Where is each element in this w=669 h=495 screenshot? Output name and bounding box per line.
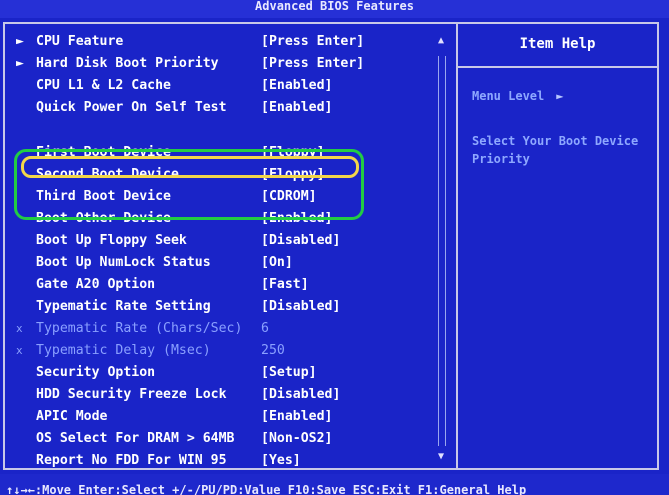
setting-value[interactable]: [Floppy] [261,143,325,163]
setting-value[interactable]: [Enabled] [261,407,332,427]
setting-value[interactable]: [Enabled] [261,76,332,96]
item-help-text: Select Your Boot Device Priority [472,134,639,166]
menu-level-label: Menu Level [472,89,545,103]
setting-value[interactable]: [Yes] [261,451,301,471]
setting-value[interactable]: [Non-OS2] [261,429,332,449]
setting-row[interactable]: APIC Mode [Enabled] [16,407,448,427]
setting-row[interactable]: Security Option [Setup] [16,363,448,383]
setting-row[interactable]: Boot Up NumLock Status [On] [16,253,448,273]
setting-label: First Boot Device [36,145,171,160]
setting-label: CPU L1 & L2 Cache [36,78,171,93]
setting-value[interactable]: [Press Enter] [261,32,364,52]
setting-row[interactable]: x Typematic Rate (Chars/Sec) 6 [16,319,448,339]
setting-value[interactable]: [Disabled] [261,297,340,317]
setting-label: CPU Feature [36,34,124,49]
setting-label: Hard Disk Boot Priority [36,56,219,71]
setting-label: Boot Up NumLock Status [36,255,211,270]
bios-setup-frame: ▲ ▼ Item Help Menu Level ► Select Your Bo… [3,22,659,470]
help-menu-level: Menu Level ► [472,89,563,103]
setting-row[interactable]: ► CPU Feature [Press Enter] [16,32,448,52]
key-help-bar: ↑↓→←:Move Enter:Select +/-/PU/PD:Value F… [0,474,669,495]
item-help-title: Item Help [458,24,657,68]
submenu-arrow-icon: ► [16,56,24,71]
submenu-arrow-icon: ► [16,34,24,49]
setting-label: Security Option [36,365,156,380]
setting-row[interactable]: x Typematic Delay (Msec) 250 [16,341,448,361]
setting-value[interactable]: 6 [261,319,269,339]
disabled-marker-icon: x [16,344,23,357]
disabled-marker-icon: x [16,322,23,335]
setting-row[interactable]: Third Boot Device [CDROM] [16,187,448,207]
setting-value[interactable]: [Disabled] [261,231,340,251]
setting-row[interactable]: Gate A20 Option [Fast] [16,275,448,295]
setting-label: Report No FDD For WIN 95 [36,453,227,468]
setting-value[interactable]: [Fast] [261,275,309,295]
setting-value[interactable]: [CDROM] [261,187,317,207]
setting-label: Typematic Rate (Chars/Sec) [36,321,243,336]
setting-value[interactable]: [Disabled] [261,385,340,405]
setting-label: Second Boot Device [36,167,179,182]
page-title: Advanced BIOS Features [0,0,669,18]
setting-value[interactable]: [Setup] [261,363,317,383]
setting-value[interactable]: [Enabled] [261,209,332,229]
setting-label: OS Select For DRAM > 64MB [36,431,235,446]
setting-row[interactable]: Boot Other Device [Enabled] [16,209,448,229]
setting-row[interactable]: OS Select For DRAM > 64MB [Non-OS2] [16,429,448,449]
setting-label: HDD Security Freeze Lock [36,387,227,402]
setting-row[interactable]: CPU L1 & L2 Cache [Enabled] [16,76,448,96]
setting-label: Boot Up Floppy Seek [36,233,187,248]
setting-row[interactable]: Quick Power On Self Test [Enabled] [16,98,448,118]
setting-row[interactable]: Second Boot Device [Floppy] [16,165,448,185]
menu-level-arrow-icon: ► [556,89,564,103]
setting-row[interactable]: ► Hard Disk Boot Priority [Press Enter] [16,54,448,74]
setting-value[interactable]: [Press Enter] [261,54,364,74]
setting-value[interactable]: [Enabled] [261,98,332,118]
setting-label: Third Boot Device [36,189,171,204]
setting-label: Typematic Rate Setting [36,299,211,314]
panel-divider [456,24,458,468]
setting-label: Boot Other Device [36,211,171,226]
setting-row[interactable]: Typematic Rate Setting [Disabled] [16,297,448,317]
setting-row[interactable]: HDD Security Freeze Lock [Disabled] [16,385,448,405]
setting-label: Quick Power On Self Test [36,100,227,115]
setting-value[interactable]: [On] [261,253,293,273]
setting-row[interactable]: First Boot Device [Floppy] [16,143,448,163]
setting-label: Gate A20 Option [36,277,156,292]
setting-label: APIC Mode [36,409,108,424]
setting-row[interactable]: Report No FDD For WIN 95 [Yes] [16,451,448,471]
setting-label: Typematic Delay (Msec) [36,343,211,358]
setting-value[interactable]: 250 [261,341,285,361]
setting-row[interactable]: Boot Up Floppy Seek [Disabled] [16,231,448,251]
setting-value[interactable]: [Floppy] [261,165,325,185]
